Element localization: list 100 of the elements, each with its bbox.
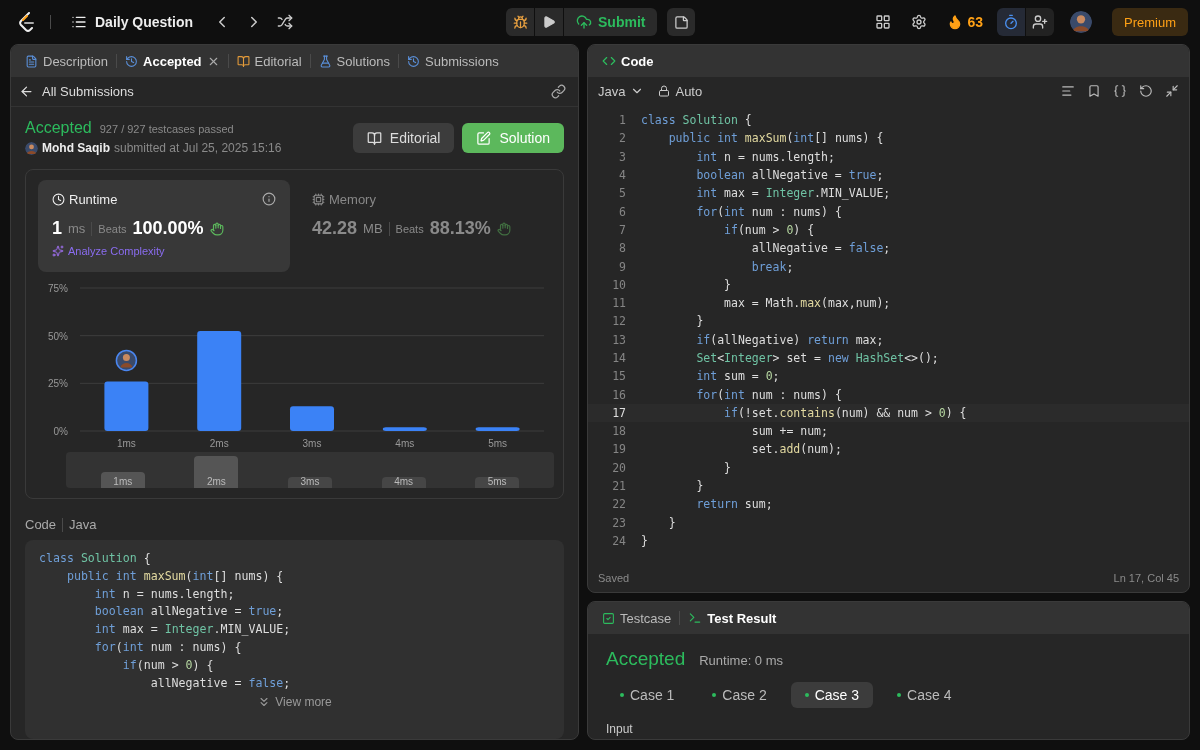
auto-mode-button[interactable]: Auto (658, 83, 703, 99)
line-number: 2 (618, 131, 626, 146)
panel-tab[interactable]: Accepted (119, 49, 226, 73)
format-icon[interactable] (1061, 84, 1075, 98)
shuffle-icon[interactable] (277, 14, 294, 30)
book-icon (366, 130, 382, 146)
code-line: if(allNegative) return max; (695, 332, 884, 347)
layout-icon (875, 14, 892, 30)
case-tab[interactable]: Case 3 (790, 682, 874, 708)
language-dropdown[interactable]: Java (598, 83, 645, 99)
code-line: int max = Integer.MIN_VALUE; (93, 621, 292, 639)
run-button[interactable] (535, 8, 563, 36)
terminal-icon (688, 611, 703, 625)
bar[interactable] (475, 427, 520, 431)
logo-icon[interactable] (18, 12, 36, 32)
code-line: if(num > 0) { (121, 656, 215, 674)
bar[interactable] (197, 330, 242, 431)
cursor-position: Ln 17, Col 45 (1113, 572, 1179, 584)
metric-card[interactable]: Memory 42.28 MB Beats 88.13% (298, 180, 550, 272)
overview-bar: 5ms (475, 477, 520, 488)
list-icon (71, 14, 87, 30)
notes-button[interactable] (667, 8, 696, 36)
link-icon[interactable] (551, 84, 566, 99)
metric-title: Memory (312, 192, 376, 207)
line-number: 24 (611, 533, 626, 548)
case-tab[interactable]: Case 2 (698, 682, 781, 708)
bookmark-icon[interactable] (1087, 84, 1101, 98)
braces-icon[interactable] (1113, 84, 1127, 98)
add-user-icon (1032, 14, 1048, 30)
line-number: 13 (611, 332, 626, 347)
code-line: if(num > 0) { (723, 222, 815, 237)
code-line: max = Math.max(max,num); (723, 296, 891, 311)
author-name[interactable]: Mohd Saqib (42, 141, 110, 155)
info-icon[interactable] (262, 192, 276, 206)
history-icon (407, 54, 420, 68)
code-line: for(int num : nums) { (695, 387, 842, 402)
axis-tick-label: 1ms (116, 438, 136, 448)
line-number: 9 (618, 259, 626, 274)
code-line: } (667, 515, 676, 530)
invite-button[interactable] (1026, 8, 1054, 36)
settings-icon (911, 14, 928, 30)
timer-button[interactable] (997, 8, 1025, 36)
beats-label: Beats (98, 222, 127, 235)
code-line: if(!set.contains(num) && num > 0) { (723, 405, 967, 420)
line-number: 23 (611, 515, 626, 530)
axis-tick-label: 50% (48, 330, 68, 342)
cloud-upload-icon (576, 14, 592, 30)
streak-counter[interactable]: 63 (941, 14, 989, 30)
view-more-button[interactable]: View more (251, 694, 338, 711)
history-icon (125, 54, 139, 68)
reset-icon[interactable] (1139, 84, 1153, 98)
line-number: 11 (611, 296, 626, 311)
axis-tick-label: 0% (53, 426, 68, 437)
submission-time: submitted at Jul 25, 2025 15:16 (114, 141, 282, 155)
problem-list-button[interactable]: Daily Question (65, 13, 200, 31)
clap-icon (209, 221, 224, 236)
panel-tab[interactable]: Submissions (401, 49, 505, 73)
line-number: 17 (611, 405, 626, 420)
code-line: } (723, 277, 731, 292)
panel-tab[interactable]: Test Result (682, 606, 783, 630)
axis-tick-label: 4ms (395, 438, 415, 448)
beats-label: Beats (395, 222, 424, 235)
language-label: Java (69, 517, 97, 532)
line-number: 22 (611, 497, 626, 512)
overview-bar: 4ms (381, 477, 426, 488)
bar[interactable] (382, 427, 427, 431)
case-tab[interactable]: Case 1 (606, 682, 689, 708)
panel-tab[interactable]: Solutions (312, 49, 396, 73)
all-submissions-link[interactable]: All Submissions (19, 84, 134, 99)
testcases-passed: 927 / 927 testcases passed (99, 123, 234, 135)
axis-tick-label: 5ms (488, 438, 508, 448)
code-line: public int maxSum(int[] nums) { (65, 567, 285, 585)
submit-button[interactable]: Submit (564, 8, 658, 36)
beats-percentage: 100.00% (132, 218, 204, 239)
premium-button[interactable]: Premium (1112, 8, 1188, 36)
editorial-button[interactable]: Editorial (352, 123, 455, 153)
chip-icon (312, 193, 325, 206)
code-line: class Solution { (39, 550, 152, 567)
metric-card[interactable]: Runtime 1 ms Beats 100.00% Analyze Complexity (38, 180, 290, 272)
line-number: 3 (618, 149, 626, 164)
submission-status: Accepted (25, 119, 92, 137)
line-number: 14 (611, 351, 626, 365)
panel-tab[interactable]: Description (19, 49, 115, 73)
line-number: 1 (618, 113, 626, 128)
panel-tab[interactable]: Editorial (230, 49, 308, 73)
metric-value: 1 (52, 218, 62, 239)
range-selector[interactable]: 1ms 2ms 3ms 4ms 5ms (66, 452, 554, 488)
minimize-icon[interactable] (1165, 84, 1179, 98)
save-status: Saved (598, 572, 630, 584)
code-line: public int maxSum(int[] nums) { (667, 131, 884, 146)
code-tab[interactable]: Code (596, 49, 660, 73)
panel-tab[interactable]: Testcase (596, 606, 678, 630)
debug-button[interactable] (506, 8, 534, 36)
code-line: for(int num : nums) { (695, 204, 842, 219)
code-line: boolean allNegative = true; (695, 168, 884, 183)
code-line: boolean allNegative = true; (93, 603, 285, 621)
case-tab[interactable]: Case 4 (883, 682, 966, 708)
edit-icon (476, 130, 492, 146)
timer-icon (1003, 14, 1019, 30)
line-number: 20 (611, 460, 626, 475)
